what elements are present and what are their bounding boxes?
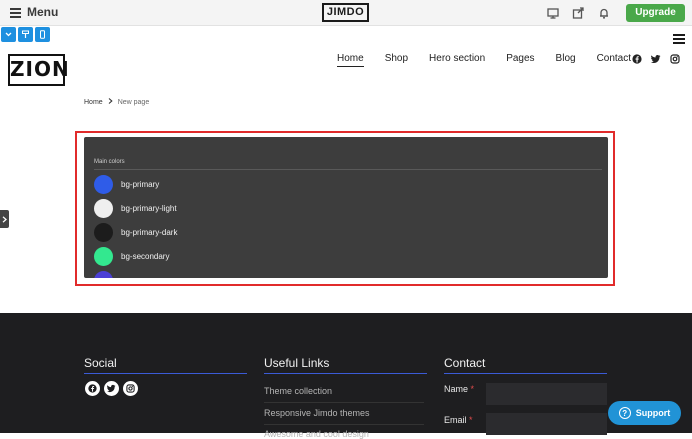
nav-shop[interactable]: Shop [385,53,408,67]
facebook-icon[interactable] [632,54,642,64]
color-row: bg-primary-light [94,199,177,218]
nav-contact[interactable]: Contact [597,53,631,67]
breadcrumb-current: New page [117,98,150,106]
name-label-text: Name [444,384,469,394]
main-nav: Home Shop Hero section Pages Blog Contac… [337,53,652,67]
name-field[interactable] [486,383,607,405]
facebook-icon[interactable] [85,381,100,396]
heading-underline [444,373,607,374]
instagram-icon[interactable] [670,54,680,64]
expand-panel-button[interactable] [0,210,9,228]
twitter-icon[interactable] [651,54,661,64]
question-icon: ? [618,407,631,419]
color-row: bg-primary-dark [94,223,177,242]
editor-topbar: Menu JIMDO Upgrade [0,0,692,26]
nav-home[interactable]: Home [337,53,364,67]
divider [264,402,424,403]
heading-underline [84,373,247,374]
color-label: bg-primary-dark [121,228,178,237]
chevron-right-icon [108,98,113,106]
site-hamburger-icon[interactable] [673,34,685,44]
bell-icon[interactable] [597,6,611,20]
chevron-down-icon[interactable] [1,27,16,42]
color-swatch [94,247,113,266]
paint-roller-icon[interactable] [18,27,33,42]
support-button[interactable]: ? Support [608,401,681,425]
color-label: bg-primary [121,180,160,189]
color-label: bg-primary-light [121,204,177,213]
footer-contact-heading: Contact [444,356,486,370]
color-swatch [94,271,113,278]
color-swatch [94,175,113,194]
menu-button[interactable]: Menu [10,5,58,19]
required-mark: * [470,384,475,394]
divider [264,424,424,425]
menu-label: Menu [27,5,59,19]
email-field[interactable] [486,413,607,435]
hamburger-icon [10,7,21,18]
nav-pages[interactable]: Pages [506,53,534,67]
footer-link[interactable]: Theme collection [264,386,332,396]
email-label-text: Email [444,415,467,425]
color-label: bg-secondary [121,252,170,261]
device-toolbar [1,27,50,42]
main-colors-widget[interactable]: Main colors bg-primary bg-primary-light … [84,137,608,278]
footer-link[interactable]: Responsive Jimdo themes [264,408,370,418]
color-swatch [94,223,113,242]
share-icon[interactable] [571,6,585,20]
footer-link[interactable]: Awesome and cool design [264,429,369,439]
footer-social-icons [85,381,138,396]
nav-hero-section[interactable]: Hero section [429,53,485,67]
jimdo-logo: JIMDO [322,3,369,22]
email-label: Email * [444,415,473,425]
support-label: Support [635,408,671,418]
twitter-icon[interactable] [104,381,119,396]
upgrade-button[interactable]: Upgrade [626,4,685,22]
main-colors-title: Main colors [94,159,125,165]
footer-links-heading: Useful Links [264,356,330,370]
desktop-icon[interactable] [546,6,560,20]
color-row: bg-primary [94,175,159,194]
divider [94,169,602,170]
color-swatch [94,199,113,218]
name-label: Name * [444,384,474,394]
color-row: bg-secondary [94,247,169,266]
mobile-icon[interactable] [35,27,50,42]
site-logo[interactable]: ZION [8,54,69,86]
header-social [632,54,680,64]
chevron-right-icon [2,215,7,223]
color-row [94,271,121,278]
nav-blog[interactable]: Blog [556,53,576,67]
footer-social-heading: Social [84,356,117,370]
instagram-icon[interactable] [123,381,138,396]
required-mark: * [469,415,473,425]
breadcrumb: Home New page [84,98,149,106]
heading-underline [264,373,427,374]
breadcrumb-home[interactable]: Home [84,99,103,106]
